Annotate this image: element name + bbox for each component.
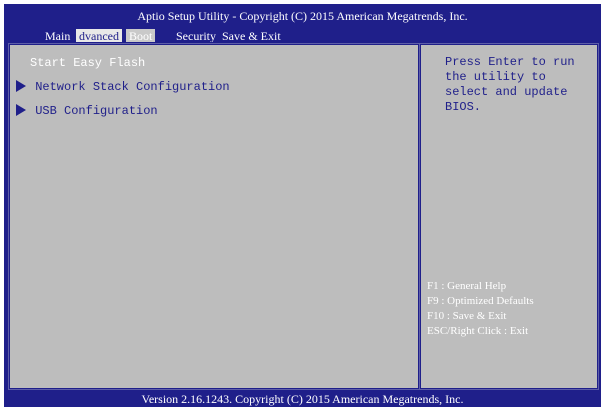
tab-bar: Main dvanced Boot Security Save & Exit (4, 29, 601, 43)
help-panel: Press Enter to run the utility to select… (419, 43, 599, 390)
menu-item-label: USB Configuration (35, 104, 158, 118)
app-title: Aptio Setup Utility - Copyright (C) 2015… (137, 9, 468, 23)
key-help-esc: ESC/Right Click : Exit (427, 325, 529, 337)
key-help-f1: F1 : General Help (427, 280, 507, 292)
start-easy-flash-item[interactable]: Start Easy Flash (30, 55, 145, 71)
key-legend: F1 : General Help F9 : Optimized Default… (427, 279, 595, 339)
tab-save-exit[interactable]: Save & Exit (222, 29, 281, 43)
submenu-arrow-icon (16, 103, 26, 116)
main-area: Start Easy Flash Network Stack Configura… (4, 42, 601, 391)
submenu-arrow-icon (16, 79, 26, 92)
help-text: Press Enter to run the utility to select… (445, 55, 575, 114)
version-footer: Version 2.16.1243. Copyright (C) 2015 Am… (4, 391, 601, 407)
menu-panel: Start Easy Flash Network Stack Configura… (8, 43, 420, 390)
menu-item-label: Start Easy Flash (30, 56, 146, 70)
tab-main[interactable]: Main (45, 29, 70, 43)
bios-window: Aptio Setup Utility - Copyright (C) 2015… (0, 0, 605, 407)
network-stack-configuration-item[interactable]: Network Stack Configuration (16, 79, 230, 95)
tab-boot[interactable]: Boot (126, 29, 156, 43)
tab-advanced[interactable]: dvanced (76, 29, 122, 43)
menu-item-label: Network Stack Configuration (35, 80, 230, 94)
header-bar: Aptio Setup Utility - Copyright (C) 2015… (4, 4, 601, 43)
tab-security[interactable]: Security (176, 29, 216, 43)
key-help-f10: F10 : Save & Exit (427, 310, 507, 322)
key-help-f9: F9 : Optimized Defaults (427, 295, 534, 307)
usb-configuration-item[interactable]: USB Configuration (16, 103, 158, 119)
